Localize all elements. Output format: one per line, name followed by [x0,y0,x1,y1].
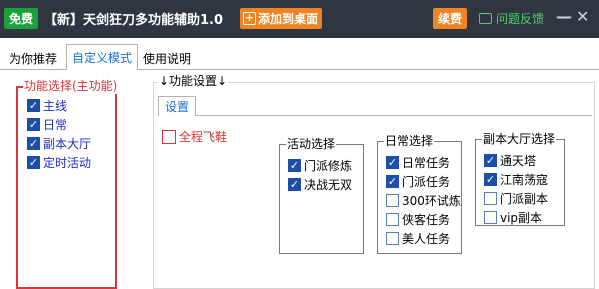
daily-title: 日常选择 [384,133,435,149]
checkbox-empty-icon [386,194,399,207]
feedback-label: 问题反馈 [496,12,545,26]
check-icon: ✓ [386,156,399,169]
feedback-link[interactable]: 问题反馈 [479,10,544,27]
checkbox-label: 江南荡寇 [500,173,549,187]
check-icon: ✓ [27,99,40,112]
checkbox-label: 门派修炼 [304,159,353,173]
checkbox-label: 日常任务 [402,156,451,170]
tab-recommend[interactable]: 为你推荐 [4,47,62,69]
renew-button[interactable]: 续费 [433,8,467,29]
dungeon-hall-group: 副本大厅选择 ✓ 通天塔 ✓ 江南荡寇 门派副本 vip副本 [475,131,565,227]
checkbox-empty-icon [386,232,399,245]
checkbox-label: 全程飞鞋 [179,130,228,144]
main-quest-checkbox[interactable]: ✓ 主线 [27,96,91,115]
checkbox-label: 侠客任务 [402,213,451,227]
add-to-desktop-button[interactable]: + 添加到桌面 [240,8,323,29]
hero-task-checkbox[interactable]: 侠客任务 [386,210,461,229]
checkbox-label: 主线 [43,99,68,113]
activity-group: 活动选择 ✓ 门派修炼 ✓ 决战无双 [279,136,364,254]
check-icon: ✓ [27,137,40,150]
main-function-list: ✓ 主线 ✓ 日常 ✓ 副本大厅 ✓ 定时活动 [27,96,91,172]
duel-checkbox[interactable]: ✓ 决战无双 [288,175,352,194]
activity-title: 活动选择 [286,136,337,152]
settings-title: ↓功能设置↓ [158,73,229,89]
jiangnan-bandits-checkbox[interactable]: ✓ 江南荡寇 [484,170,548,189]
dungeon-hall-title: 副本大厅选择 [482,131,557,147]
close-icon[interactable]: ✕ [576,7,589,26]
plus-square-icon: + [243,11,256,25]
app-title: 【新】天剑狂刀多功能辅助1.0 [44,13,224,28]
tab-settings[interactable]: 设置 [158,96,196,116]
check-icon: ✓ [484,173,497,186]
daily-task-checkbox[interactable]: ✓ 日常任务 [386,153,461,172]
checkbox-label: 定时活动 [43,156,92,170]
trial-300-checkbox[interactable]: 300环试炼 [386,191,461,210]
checkbox-label: 日常 [43,118,68,132]
checkbox-empty-icon [386,213,399,226]
daily-checkbox[interactable]: ✓ 日常 [27,115,91,134]
chat-bubble-icon [479,13,492,24]
daily-group: 日常选择 ✓ 日常任务 ✓ 门派任务 300环试炼 侠客任务 美人任务 [377,133,462,254]
subtab-divider [158,115,592,116]
free-badge-button[interactable]: 免费 [4,8,38,29]
dungeon-hall-list: ✓ 通天塔 ✓ 江南荡寇 门派副本 vip副本 [484,151,548,227]
activity-list: ✓ 门派修炼 ✓ 决战无双 [288,156,352,194]
checkbox-label: 门派任务 [402,175,451,189]
add-to-desktop-label: 添加到桌面 [258,12,319,26]
checkbox-label: 门派副本 [500,192,549,206]
vip-dungeon-checkbox[interactable]: vip副本 [484,208,548,227]
checkbox-label: 副本大厅 [43,137,92,151]
checkbox-label: 美人任务 [402,232,451,246]
full-fly-shoes-checkbox[interactable]: 全程飞鞋 [162,127,227,146]
check-icon: ✓ [288,178,301,191]
check-icon: ✓ [27,156,40,169]
beauty-task-checkbox[interactable]: 美人任务 [386,229,461,248]
check-icon: ✓ [386,175,399,188]
checkbox-label: 通天塔 [500,154,537,168]
checkbox-label: 决战无双 [304,178,353,192]
dungeon-hall-checkbox[interactable]: ✓ 副本大厅 [27,134,91,153]
tab-instructions[interactable]: 使用说明 [138,47,196,69]
minimize-icon[interactable]: — [556,7,572,26]
daily-list: ✓ 日常任务 ✓ 门派任务 300环试炼 侠客任务 美人任务 [386,153,461,248]
checkbox-label: vip副本 [500,211,543,225]
checkbox-empty-icon [162,129,176,144]
checkbox-empty-icon [484,211,497,224]
check-icon: ✓ [288,159,301,172]
checkbox-label: 300环试炼 [402,194,461,208]
main-function-title: 功能选择(主功能) [23,78,119,94]
tab-custom-mode[interactable]: 自定义模式 [66,44,139,70]
check-icon: ✓ [27,118,40,131]
timed-event-checkbox[interactable]: ✓ 定时活动 [27,153,91,172]
sect-task-checkbox[interactable]: ✓ 门派任务 [386,172,461,191]
checkbox-empty-icon [484,192,497,205]
check-icon: ✓ [484,154,497,167]
sect-cultivation-checkbox[interactable]: ✓ 门派修炼 [288,156,352,175]
sect-dungeon-checkbox[interactable]: 门派副本 [484,189,548,208]
sky-tower-checkbox[interactable]: ✓ 通天塔 [484,151,548,170]
